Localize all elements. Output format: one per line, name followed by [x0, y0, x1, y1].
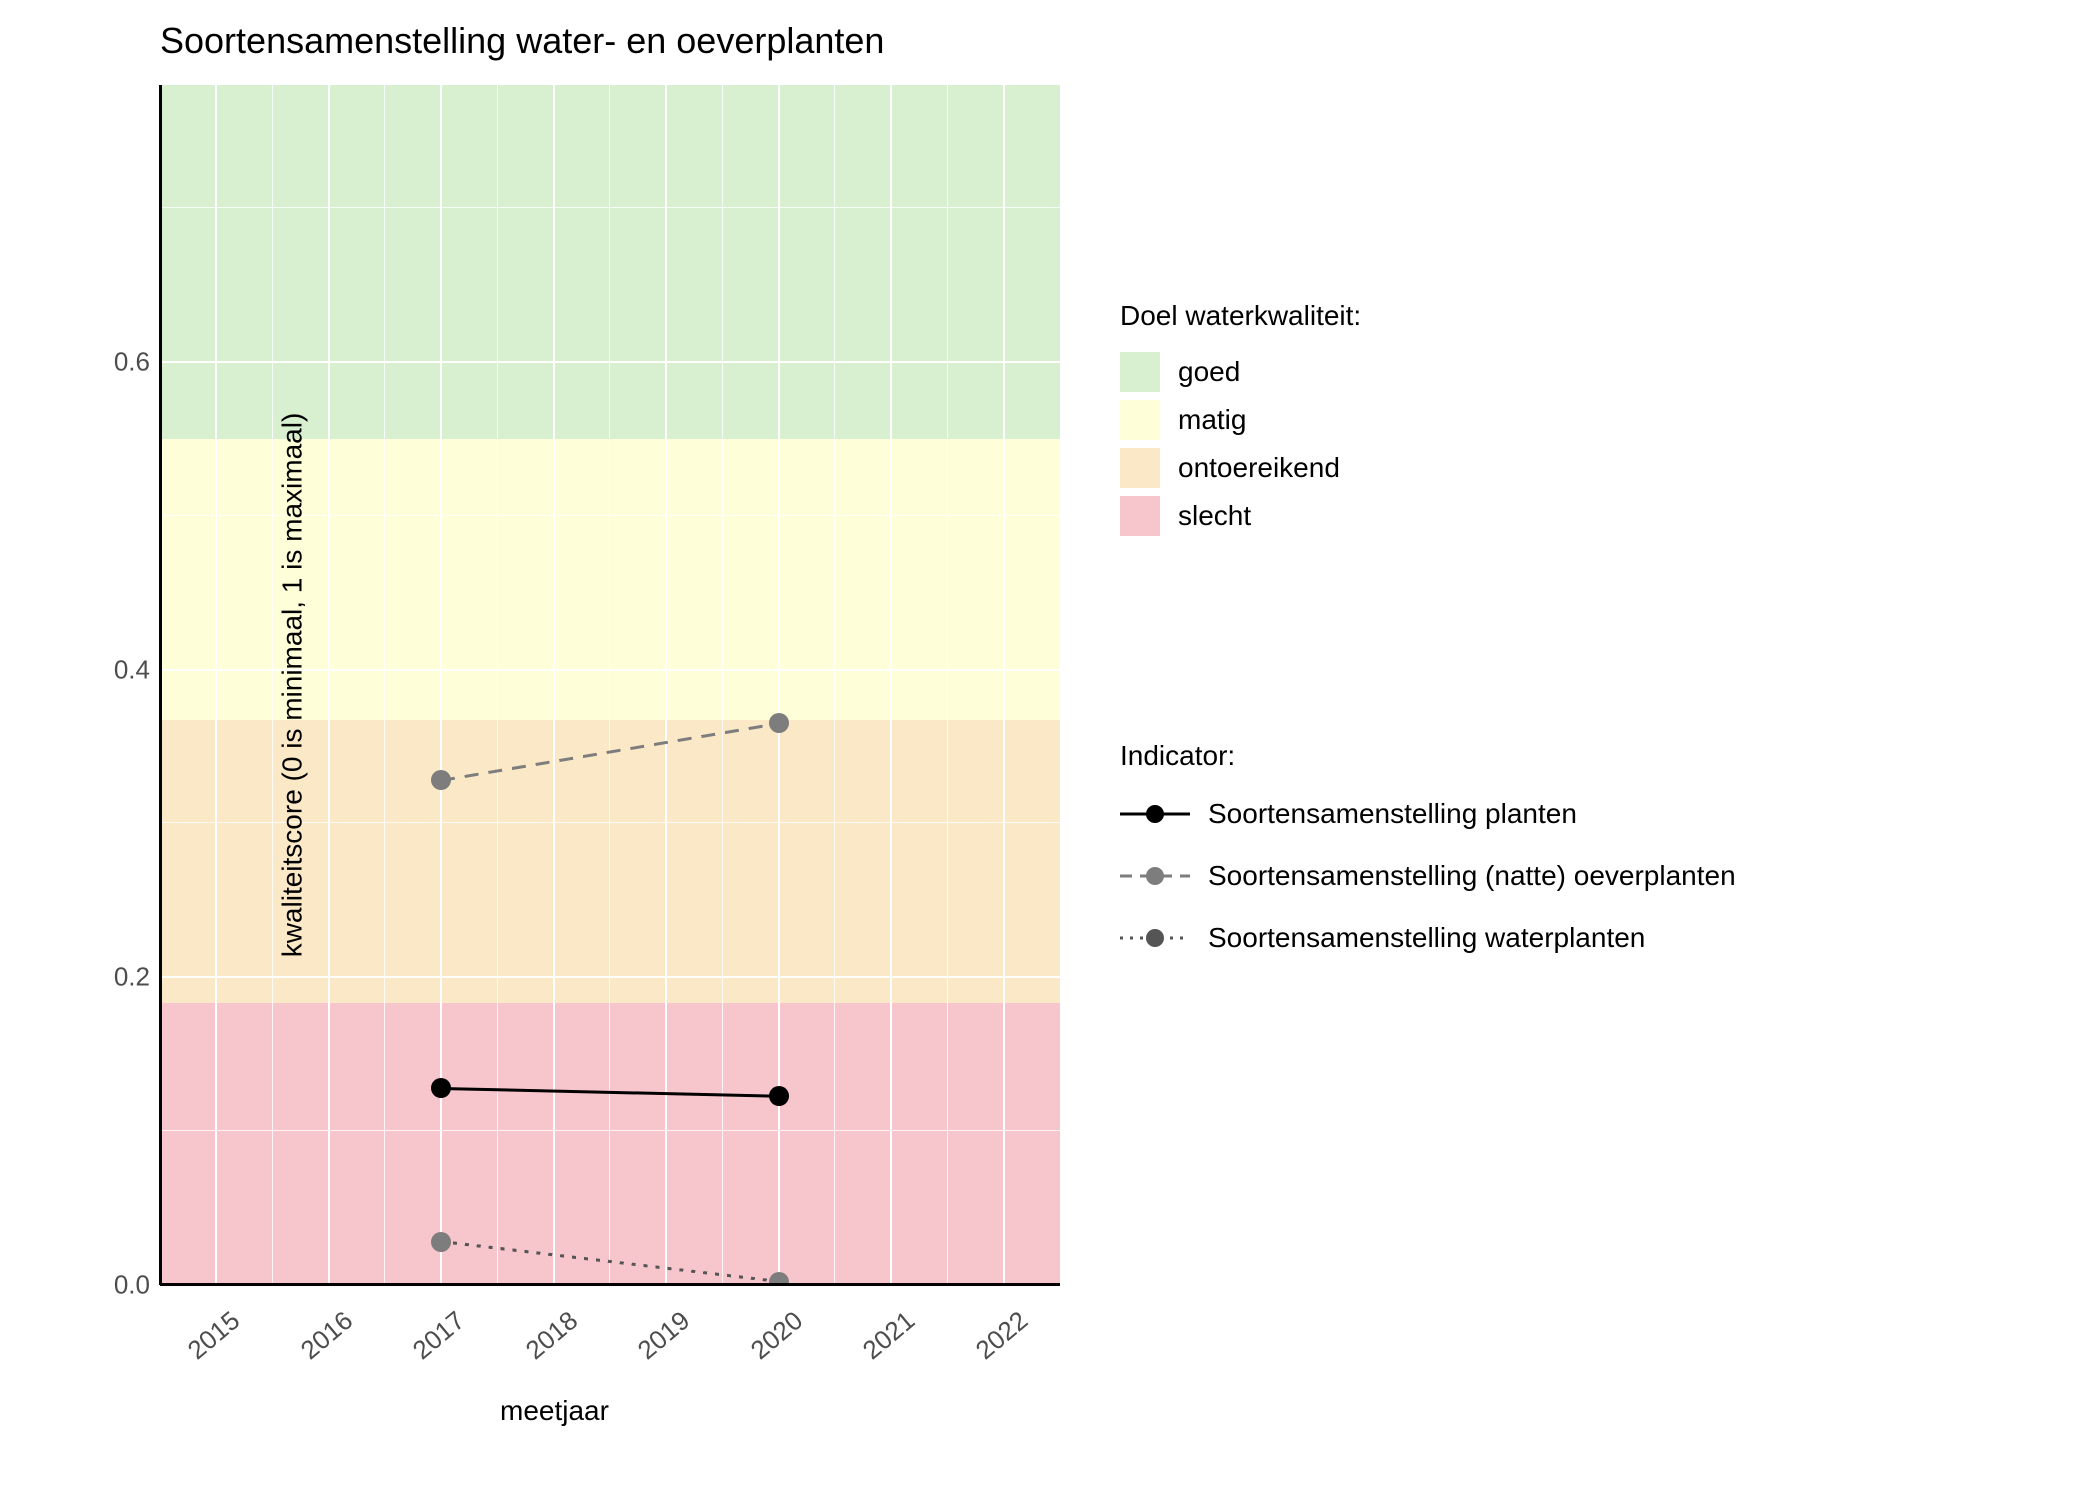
legend-indicator: Indicator: Soortensamenstelling planten …	[1120, 740, 2060, 978]
x-tick-label: 2022	[945, 1305, 1034, 1387]
y-tick-label: 0.4	[30, 654, 150, 685]
legend-entry-planten: Soortensamenstelling planten	[1120, 792, 2060, 836]
legend-entry-matig: matig	[1120, 400, 2020, 440]
gridline-v	[553, 85, 555, 1285]
gridline-v	[722, 85, 723, 1285]
gridline-v	[1003, 85, 1005, 1285]
gridline-h	[160, 361, 1060, 363]
data-point	[431, 1232, 451, 1252]
gridline-h	[160, 976, 1060, 978]
quality-band-goed	[160, 85, 1060, 439]
quality-band-slecht	[160, 1003, 1060, 1285]
data-point	[431, 1078, 451, 1098]
gridline-v	[440, 85, 442, 1285]
gridline-h	[160, 207, 1060, 208]
x-tick-label: 2015	[157, 1305, 246, 1387]
legend-label: goed	[1178, 356, 1240, 388]
swatch-goed	[1120, 352, 1160, 392]
x-tick-label: 2019	[607, 1305, 696, 1387]
data-point	[769, 1086, 789, 1106]
legend-label: Soortensamenstelling (natte) oeverplante…	[1208, 860, 1736, 892]
y-axis-line	[159, 85, 162, 1285]
gridline-v	[947, 85, 948, 1285]
legend-label: matig	[1178, 404, 1246, 436]
x-axis-line	[160, 1283, 1060, 1286]
legend-label: Soortensamenstelling planten	[1208, 798, 1577, 830]
gridline-v	[834, 85, 835, 1285]
legend-entry-oeverplanten: Soortensamenstelling (natte) oeverplante…	[1120, 854, 2060, 898]
chart-title: Soortensamenstelling water- en oeverplan…	[160, 20, 884, 62]
gridline-v	[215, 85, 217, 1285]
legend-sample-solid	[1120, 802, 1190, 826]
gridline-v	[497, 85, 498, 1285]
legend-entry-slecht: slecht	[1120, 496, 2020, 536]
x-tick-label: 2017	[382, 1305, 471, 1387]
swatch-ontoereikend	[1120, 448, 1160, 488]
swatch-matig	[1120, 400, 1160, 440]
legend-sample-dotted	[1120, 926, 1190, 950]
legend-label: slecht	[1178, 500, 1251, 532]
gridline-v	[272, 85, 273, 1285]
x-tick-label: 2016	[270, 1305, 359, 1387]
legend-entry-goed: goed	[1120, 352, 2020, 392]
swatch-slecht	[1120, 496, 1160, 536]
x-axis-label: meetjaar	[500, 1395, 609, 1427]
legend-entry-waterplanten: Soortensamenstelling waterplanten	[1120, 916, 2060, 960]
x-tick-label: 2021	[832, 1305, 921, 1387]
gridline-v	[665, 85, 667, 1285]
gridline-h	[160, 1130, 1060, 1131]
gridline-v	[609, 85, 610, 1285]
legend-label: ontoereikend	[1178, 452, 1340, 484]
gridline-v	[890, 85, 892, 1285]
legend-entry-ontoereikend: ontoereikend	[1120, 448, 2020, 488]
legend-indicator-title: Indicator:	[1120, 740, 2060, 772]
x-tick-label: 2020	[720, 1305, 809, 1387]
data-point	[769, 713, 789, 733]
y-tick-label: 0.2	[30, 962, 150, 993]
y-tick-label: 0.0	[30, 1270, 150, 1301]
legend-label: Soortensamenstelling waterplanten	[1208, 922, 1645, 954]
data-point	[431, 770, 451, 790]
gridline-v	[328, 85, 330, 1285]
legend-sample-dashed	[1120, 864, 1190, 888]
gridline-v	[384, 85, 385, 1285]
legend-quality-title: Doel waterkwaliteit:	[1120, 300, 2020, 332]
x-tick-label: 2018	[495, 1305, 584, 1387]
legend-quality: Doel waterkwaliteit: goed matig ontoerei…	[1120, 300, 2020, 544]
y-tick-label: 0.6	[30, 346, 150, 377]
y-axis-label: kwaliteitscore (0 is minimaal, 1 is maxi…	[276, 413, 308, 958]
